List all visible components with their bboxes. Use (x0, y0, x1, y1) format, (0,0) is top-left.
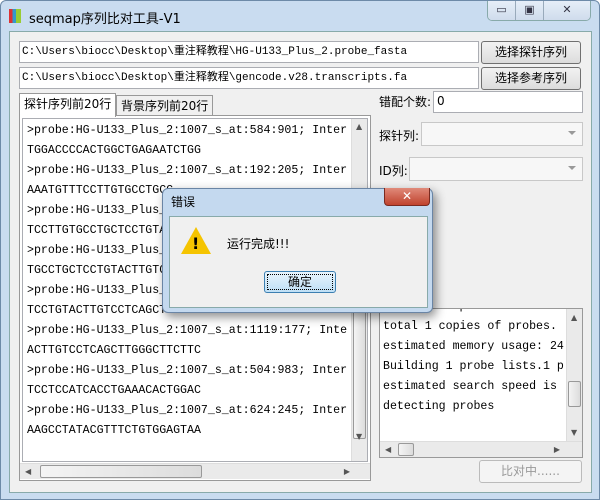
select-probe-button[interactable]: 选择探针序列 (481, 41, 581, 64)
probe-path-field[interactable]: C:\Users\biocc\Desktop\重注释教程\HG-U133_Plu… (19, 41, 479, 63)
log-line: estimated memory usage: 24 (383, 340, 564, 353)
id-col-label: ID列: (379, 164, 408, 178)
preview-line: >probe:HG-U133_Plus_2:1007_s_at:624:245;… (27, 404, 348, 417)
h-scroll-thumb[interactable] (40, 465, 202, 478)
log-textarea[interactable]: ... into 1 parts.total 1 copies of probe… (379, 308, 583, 458)
minimize-button[interactable]: ▭ (488, 1, 516, 20)
window-title: seqmap序列比对工具-V1 (29, 12, 181, 27)
warning-mark: ! (192, 234, 200, 253)
horizontal-scrollbar[interactable]: ◀ ▶ (20, 463, 370, 479)
log-vertical-scrollbar[interactable]: ▲ ▼ (566, 309, 582, 441)
title-bar: seqmap序列比对工具-V1 ▭ ▣ ✕ (1, 1, 599, 31)
message-dialog: 错误 ✕ ! 运行完成!!! 确定 (162, 188, 433, 313)
probe-col-label: 探针列: (379, 129, 420, 143)
log-line: total 1 copies of probes. (383, 320, 557, 333)
preview-line: >probe:HG-U133_Plus_2:1007_s_at:1119:177… (27, 324, 348, 337)
ref-path-field[interactable]: C:\Users\biocc\Desktop\重注释教程\gencode.v28… (19, 67, 479, 89)
preview-line: >probe:HG-U133_Plus_2:1007_s_at:192:205;… (27, 164, 348, 177)
tab-probe-preview[interactable]: 探针序列前20行 (19, 93, 117, 117)
chevron-down-icon (568, 166, 576, 170)
run-button[interactable]: 比对中...... (479, 460, 582, 483)
preview-line: TGGACCCCACTGGCTGAGAATCTGG (27, 144, 201, 157)
scroll-thumb[interactable] (353, 309, 366, 439)
probe-col-select[interactable] (421, 122, 583, 146)
ok-button[interactable]: 确定 (264, 271, 336, 293)
select-ref-button[interactable]: 选择参考序列 (481, 67, 581, 90)
dialog-title: 错误 (171, 195, 196, 209)
log-line: Building 1 probe lists.1 p (383, 360, 564, 373)
dialog-close-button[interactable]: ✕ (384, 188, 430, 206)
id-col-select[interactable] (409, 157, 583, 181)
preview-line: ACTTGTCCTCAGCTTGGGCTTCTTC (27, 344, 201, 357)
dialog-message: 运行完成!!! (227, 237, 290, 251)
log-line: detecting probes (383, 400, 495, 413)
preview-line: >probe:HG-U133_Plus_2:1007_s_at:504:983;… (27, 364, 348, 377)
dialog-body: ! 运行完成!!! 确定 (169, 216, 428, 308)
mismatch-label: 错配个数: (379, 95, 432, 109)
app-icon (9, 9, 21, 23)
log-line: estimated search speed is (383, 380, 557, 393)
mismatch-input[interactable]: 0 (433, 91, 583, 113)
preview-line: >probe:HG-U133_Plus_2:1007_s_at:584:901;… (27, 124, 348, 137)
tab-ref-preview[interactable]: 背景序列前20行 (116, 95, 214, 117)
log-scroll-thumb[interactable] (568, 381, 581, 407)
maximize-button[interactable]: ▣ (516, 1, 544, 20)
close-button[interactable]: ✕ (544, 1, 590, 20)
preview-line: TCCTCCATCACCTGAAACACTGGAC (27, 384, 201, 397)
log-horizontal-scrollbar[interactable]: ◀ ▶ (380, 441, 582, 457)
preview-line: AAGCCTATACGTTTCTGTGGAGTAA (27, 424, 201, 437)
chevron-down-icon (568, 131, 576, 135)
log-h-scroll-thumb[interactable] (398, 443, 414, 456)
